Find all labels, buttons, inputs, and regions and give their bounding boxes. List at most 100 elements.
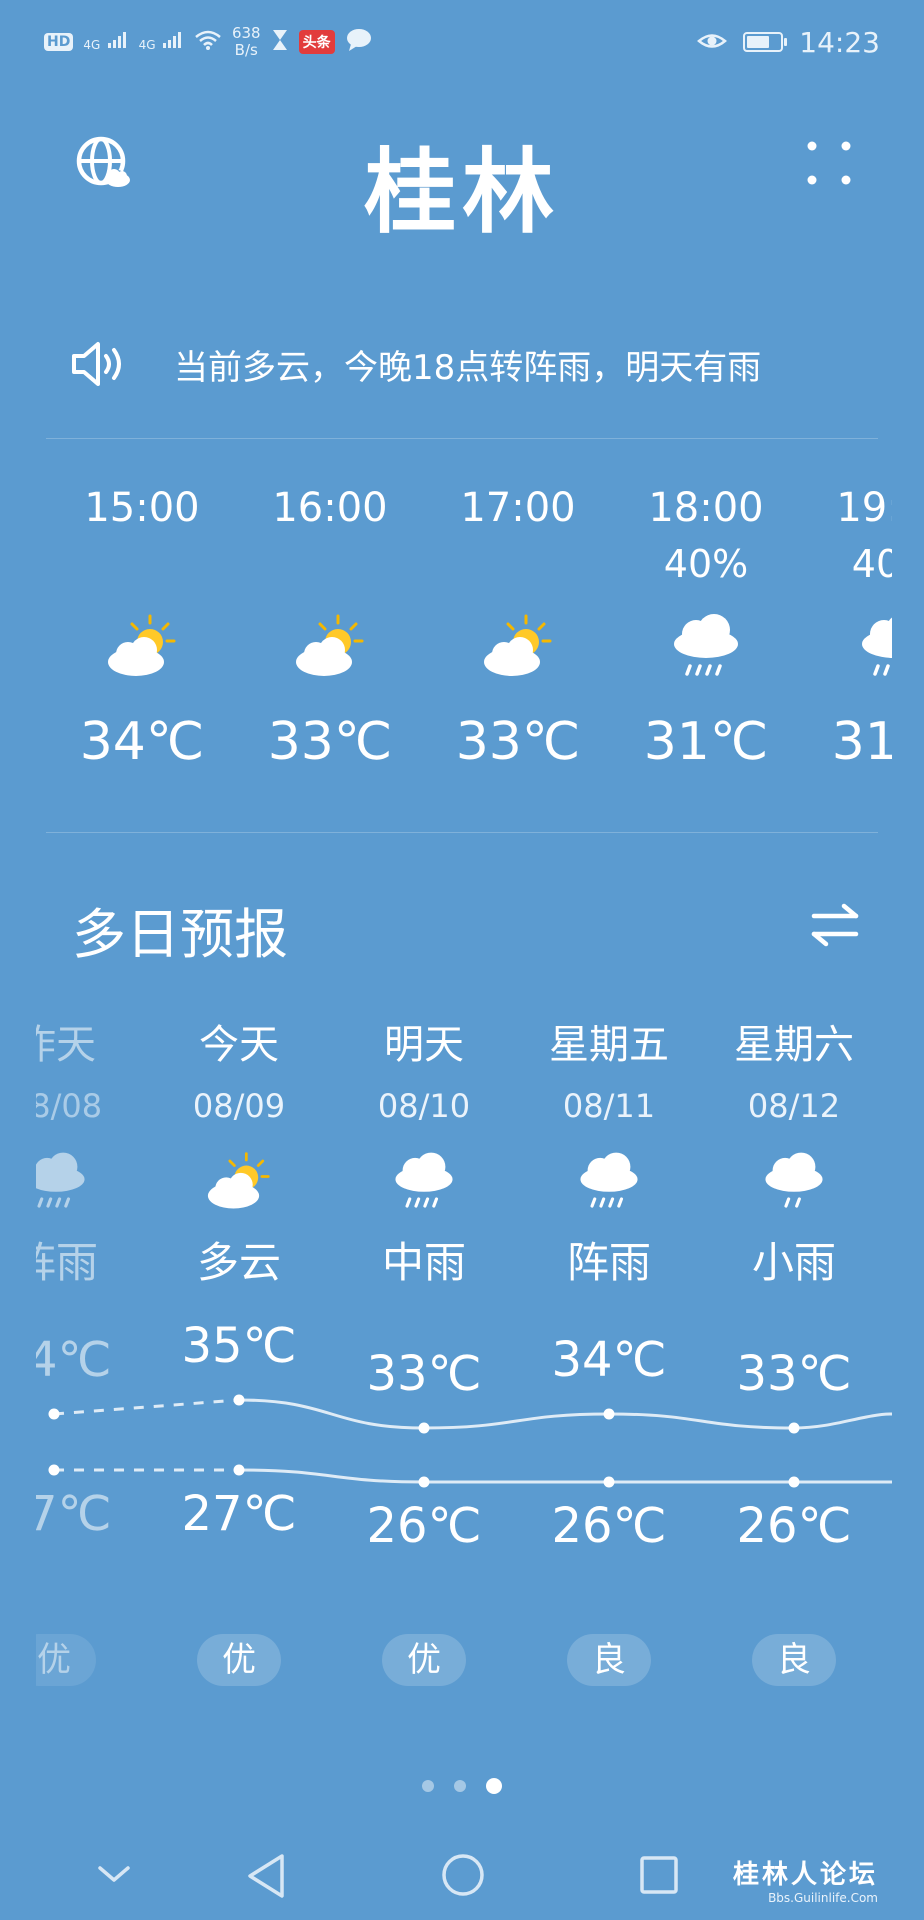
low-temp-point — [233, 1464, 245, 1476]
rain-icon — [529, 1132, 689, 1232]
low-temp-point — [418, 1476, 430, 1488]
multi-day-title: 多日预报 — [72, 903, 288, 966]
hour-temp: 34℃ — [79, 712, 205, 772]
aqi-badge[interactable]: 优 — [197, 1634, 281, 1686]
aqi-badge[interactable]: 良 — [567, 1634, 651, 1686]
high-temp-point — [603, 1408, 615, 1420]
wifi-icon — [194, 29, 222, 56]
day-high-temp: 33℃ — [366, 1346, 482, 1402]
day-low-temp: 26℃ — [736, 1498, 852, 1554]
high-line-past — [53, 1398, 240, 1416]
hour-time: 16:00 — [272, 485, 388, 531]
day-date: 08/10 — [377, 1087, 471, 1125]
swap-arrows-icon[interactable] — [810, 900, 860, 950]
network-speed: 638 B/s — [232, 25, 261, 59]
hour-precip — [428, 536, 608, 592]
watermark-main: 桂林人论坛 — [732, 1860, 878, 1890]
high-temp-point — [788, 1422, 800, 1434]
chevron-down-icon[interactable] — [96, 1862, 132, 1890]
hour-time: 17:00 — [460, 485, 576, 531]
aqi-badge[interactable]: 优 — [36, 1634, 96, 1686]
day-condition: 小雨 — [751, 1238, 836, 1287]
low-temp-line — [54, 1468, 892, 1484]
light-rain-icon — [714, 1132, 874, 1232]
hour-precip — [240, 536, 420, 592]
hour-temp: 33℃ — [267, 712, 393, 772]
hour-temp: 33℃ — [455, 712, 581, 772]
low-temp-point — [788, 1476, 800, 1488]
watermark-sub: Bbs.Guilinlife.Com — [768, 1891, 878, 1905]
hour-time: 19:00 — [836, 485, 892, 531]
partly-cloudy-icon — [52, 592, 232, 702]
weather-notice[interactable]: 当前多云，今晚18点转阵雨，明天有雨 — [70, 334, 850, 394]
day-high-temp: 34℃ — [551, 1332, 667, 1388]
day-item-saturday[interactable]: 星期六 08/12 小雨 — [714, 1010, 874, 1294]
speed-value: 638 — [231, 24, 261, 42]
notice-text: 当前多云，今晚18点转阵雨，明天有雨 — [174, 347, 762, 388]
hour-item[interactable]: 19:00 40% 31℃ — [804, 480, 892, 782]
low-temp-point — [603, 1476, 615, 1488]
partly-cloudy-icon — [428, 592, 608, 702]
hourglass-icon — [271, 28, 289, 57]
page-dot[interactable] — [422, 1780, 434, 1792]
rain-icon — [36, 1132, 136, 1232]
hourly-forecast[interactable]: 15:00 34℃ 16:00 33℃ 17:00 33℃ 18:00 40% … — [52, 480, 892, 810]
day-low-temp: 27℃ — [181, 1486, 297, 1542]
hour-item[interactable]: 16:00 33℃ — [240, 480, 420, 782]
speaker-icon[interactable] — [70, 340, 130, 388]
day-item-tomorrow[interactable]: 明天 08/10 中雨 — [344, 1010, 504, 1294]
hour-item[interactable]: 17:00 33℃ — [428, 480, 608, 782]
high-temp-point — [233, 1394, 245, 1406]
day-condition: 中雨 — [381, 1238, 466, 1287]
sim1-label: 4G — [83, 38, 101, 52]
city-name[interactable]: 桂林 — [0, 118, 924, 251]
aqi-badge[interactable]: 良 — [752, 1634, 836, 1686]
hour-temp: 31℃ — [831, 712, 892, 772]
divider-top — [46, 438, 878, 439]
page-indicator — [0, 1778, 924, 1794]
hour-item[interactable]: 18:00 40% 31℃ — [616, 480, 796, 782]
aqi-badge[interactable]: 优 — [382, 1634, 466, 1686]
day-date: 08/11 — [562, 1087, 656, 1125]
signal-icon-1: 4G — [83, 30, 128, 54]
hour-precip — [52, 536, 232, 592]
watermark: 桂林人论坛 Bbs.Guilinlife.Com — [733, 1854, 878, 1905]
page-dot-active[interactable] — [486, 1778, 502, 1794]
day-date: 08/08 — [36, 1087, 103, 1125]
day-condition: 阵雨 — [566, 1238, 651, 1287]
day-low-temp: 26℃ — [366, 1498, 482, 1554]
day-date: 08/12 — [747, 1087, 841, 1125]
status-bar-right: 14:23 — [697, 24, 880, 60]
day-condition: 阵雨 — [36, 1238, 98, 1287]
partly-cloudy-icon — [159, 1132, 319, 1232]
nav-back-icon[interactable] — [244, 1852, 288, 1904]
battery-icon — [743, 32, 788, 52]
day-low-temp: 27℃ — [36, 1486, 112, 1542]
day-item-today[interactable]: 今天 08/09 多云 — [159, 1010, 319, 1294]
day-high-temp: 35℃ — [181, 1318, 297, 1374]
day-item-friday[interactable]: 星期五 08/11 阵雨 — [529, 1010, 689, 1294]
message-icon — [345, 28, 373, 57]
sim2-label: 4G — [138, 38, 156, 52]
day-high-temp: 34℃ — [36, 1332, 112, 1388]
nav-home-icon[interactable] — [440, 1852, 486, 1902]
high-temp-point — [48, 1408, 60, 1420]
day-date: 08/09 — [192, 1087, 286, 1125]
day-name: 今天 — [199, 1022, 279, 1068]
clock: 14:23 — [799, 25, 880, 59]
eye-icon — [697, 26, 728, 59]
page-dot[interactable] — [454, 1780, 466, 1792]
day-item-yesterday[interactable]: 昨天 08/08 阵雨 — [36, 1010, 136, 1294]
daily-forecast[interactable]: 昨天 08/08 阵雨 今天 08/09 多云 明天 08/10 中雨 星期五 … — [36, 1010, 892, 1710]
nav-recent-icon[interactable] — [638, 1854, 680, 1900]
rain-icon — [344, 1132, 504, 1232]
day-high-temp: 33℃ — [736, 1346, 852, 1402]
hour-precip: 40% — [851, 542, 892, 586]
divider-mid — [46, 832, 878, 833]
high-temp-line — [53, 1398, 892, 1430]
grid-dots-icon[interactable] — [806, 140, 852, 186]
hour-item[interactable]: 15:00 34℃ — [52, 480, 232, 782]
day-condition: 多云 — [196, 1238, 281, 1287]
hd-badge: HD — [44, 33, 74, 51]
rain-icon — [804, 592, 892, 702]
